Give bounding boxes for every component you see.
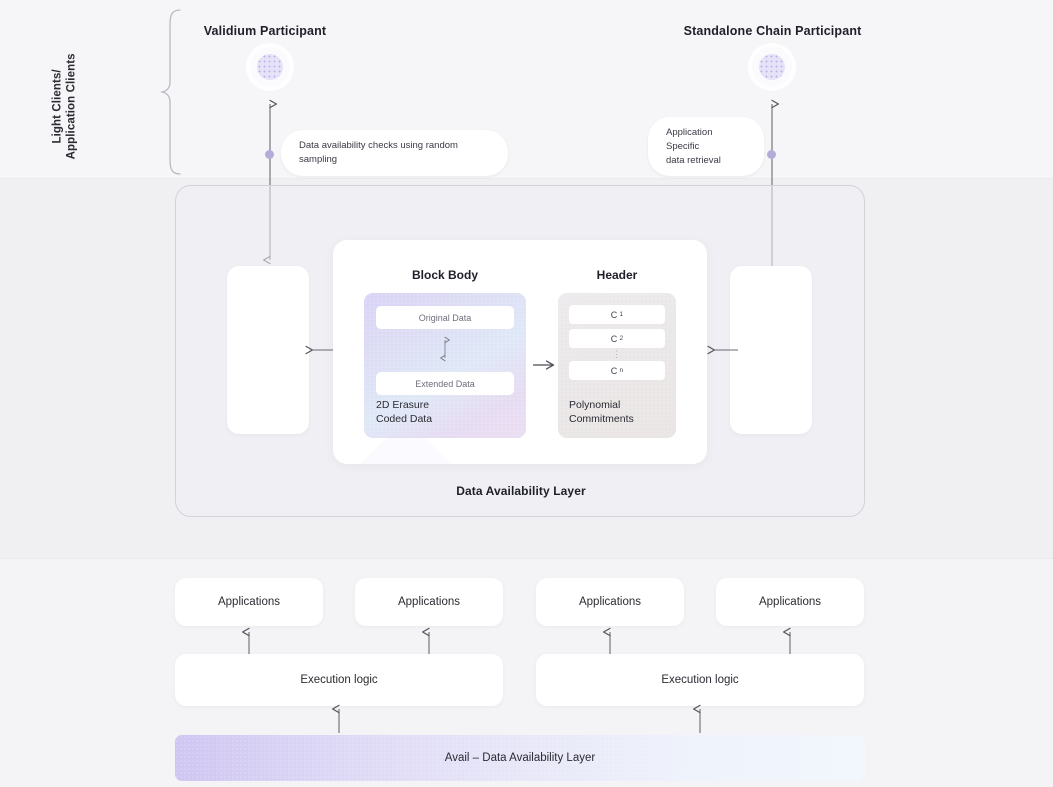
standalone-tooltip: Application Specific data retrieval [648,117,764,177]
dotted-circle-node-icon [257,54,283,80]
arrow-up-to-execution-logic-icon [331,704,340,733]
validium-tooltip-text: Data availability checks using random sa… [299,140,458,165]
commitment-subscript: 1 [619,311,624,318]
right-node-card[interactable] [730,266,812,434]
commitment-symbol: C [610,365,618,376]
background-band-top [0,0,1053,178]
avail-base-layer-bar[interactable]: Avail – Data Availability Layer [175,735,865,781]
header-panel: C1 C2 ⋮ Cn Polynomial Commitments [558,293,676,438]
commitment-ellipsis: ⋮ [612,349,622,359]
block-body-panel: Original Data Extended Data 2D Erasure C… [364,293,526,438]
erasure-expand-double-arrow-icon [440,336,450,362]
curly-brace-icon [160,9,181,175]
light-clients-bracket-label: Light Clients/ Application Clients [51,53,78,160]
band-divider-upper [0,178,1053,179]
extended-data-row: Extended Data [376,372,514,395]
application-box[interactable]: Applications [355,578,503,626]
data-availability-layer-label: Data Availability Layer [456,484,586,498]
header-heading: Header [596,268,638,282]
standalone-tooltip-text: Application Specific data retrieval [666,127,721,166]
arrow-up-to-application-icon [421,627,430,654]
validium-line-dot [265,150,274,159]
execution-logic-box[interactable]: Execution logic [175,654,503,706]
band-divider-lower [0,558,1053,559]
block-body-heading: Block Body [411,268,478,282]
validium-participant-title: Validium Participant [203,24,327,38]
commitment-symbol: C [610,333,618,344]
arrow-right-body-to-header-icon [533,360,555,370]
validium-tooltip: Data availability checks using random sa… [281,130,508,176]
commitment-row: C2 [569,329,665,348]
arrow-up-to-application-icon [602,627,611,654]
block-structure-card: Block Body Header Original Data Extended… [333,240,707,464]
application-box[interactable]: Applications [536,578,684,626]
arrow-up-to-execution-logic-icon [692,704,701,733]
original-data-row: Original Data [376,306,514,329]
commitment-row: C1 [569,305,665,324]
standalone-node[interactable] [752,47,792,87]
standalone-line-dot [767,150,776,159]
commitment-subscript: 2 [619,335,624,342]
arrow-up-to-application-icon [782,627,791,654]
commitment-symbol: C [610,309,618,320]
application-box[interactable]: Applications [175,578,323,626]
diagram-canvas: Light Clients/ Application Clients Valid… [0,0,1053,787]
dotted-circle-node-icon [759,54,785,80]
left-node-card[interactable] [227,266,309,434]
validium-node[interactable] [250,47,290,87]
standalone-participant-title: Standalone Chain Participant [683,24,862,38]
application-box[interactable]: Applications [716,578,864,626]
arrow-up-to-application-icon [241,627,250,654]
polynomial-commitments-caption: Polynomial Commitments [569,399,634,426]
commitment-row-last: Cn [569,361,665,380]
erasure-coded-caption: 2D Erasure Coded Data [376,399,433,426]
execution-logic-box[interactable]: Execution logic [536,654,864,706]
commitment-subscript: n [619,367,624,374]
arrow-left-into-right-card-icon [707,345,738,355]
